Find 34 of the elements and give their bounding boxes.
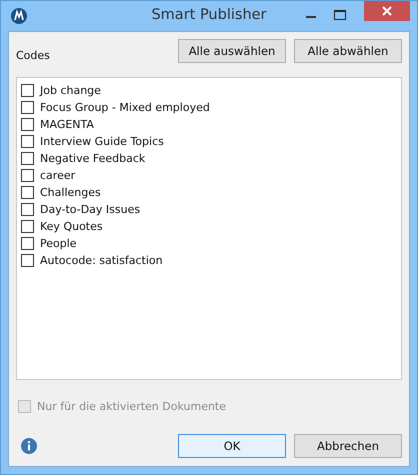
maximize-icon[interactable] bbox=[334, 10, 346, 20]
code-label[interactable]: Autocode: satisfaction bbox=[40, 254, 163, 267]
info-icon[interactable] bbox=[21, 438, 37, 454]
checkbox[interactable] bbox=[21, 101, 34, 114]
app-logo-icon bbox=[11, 8, 27, 24]
checkbox[interactable] bbox=[21, 237, 34, 250]
option-label: Nur für die aktivierten Dokumente bbox=[37, 400, 226, 413]
code-label[interactable]: Focus Group - Mixed employed bbox=[40, 101, 210, 114]
checkbox[interactable] bbox=[21, 118, 34, 131]
close-button[interactable] bbox=[364, 1, 410, 21]
code-label[interactable]: Key Quotes bbox=[40, 220, 103, 233]
dialog-button[interactable]: OK bbox=[178, 434, 286, 458]
code-label[interactable]: Day-to-Day Issues bbox=[40, 203, 140, 216]
codes-label: Codes bbox=[16, 49, 50, 63]
code-label[interactable]: Interview Guide Topics bbox=[40, 135, 164, 148]
checkbox[interactable] bbox=[21, 169, 34, 182]
window-title: Smart Publisher bbox=[151, 7, 267, 23]
code-label[interactable]: Job change bbox=[40, 84, 101, 97]
code-label[interactable]: Negative Feedback bbox=[40, 152, 146, 165]
code-label[interactable]: MAGENTA bbox=[40, 118, 94, 131]
checkbox[interactable] bbox=[21, 220, 34, 233]
checkbox[interactable] bbox=[21, 186, 34, 199]
select-button[interactable]: Alle abwählen bbox=[294, 39, 402, 63]
checkbox[interactable] bbox=[21, 254, 34, 267]
code-label[interactable]: career bbox=[40, 169, 76, 182]
code-label[interactable]: People bbox=[40, 237, 77, 250]
close-icon bbox=[382, 6, 392, 16]
code-label[interactable]: Challenges bbox=[40, 186, 101, 199]
checkbox[interactable] bbox=[21, 84, 34, 97]
checkbox[interactable] bbox=[21, 152, 34, 165]
checkbox[interactable] bbox=[21, 203, 34, 216]
select-button[interactable]: Alle auswählen bbox=[178, 39, 286, 63]
dialog-button[interactable]: Abbrechen bbox=[294, 434, 402, 458]
checkbox[interactable] bbox=[21, 135, 34, 148]
